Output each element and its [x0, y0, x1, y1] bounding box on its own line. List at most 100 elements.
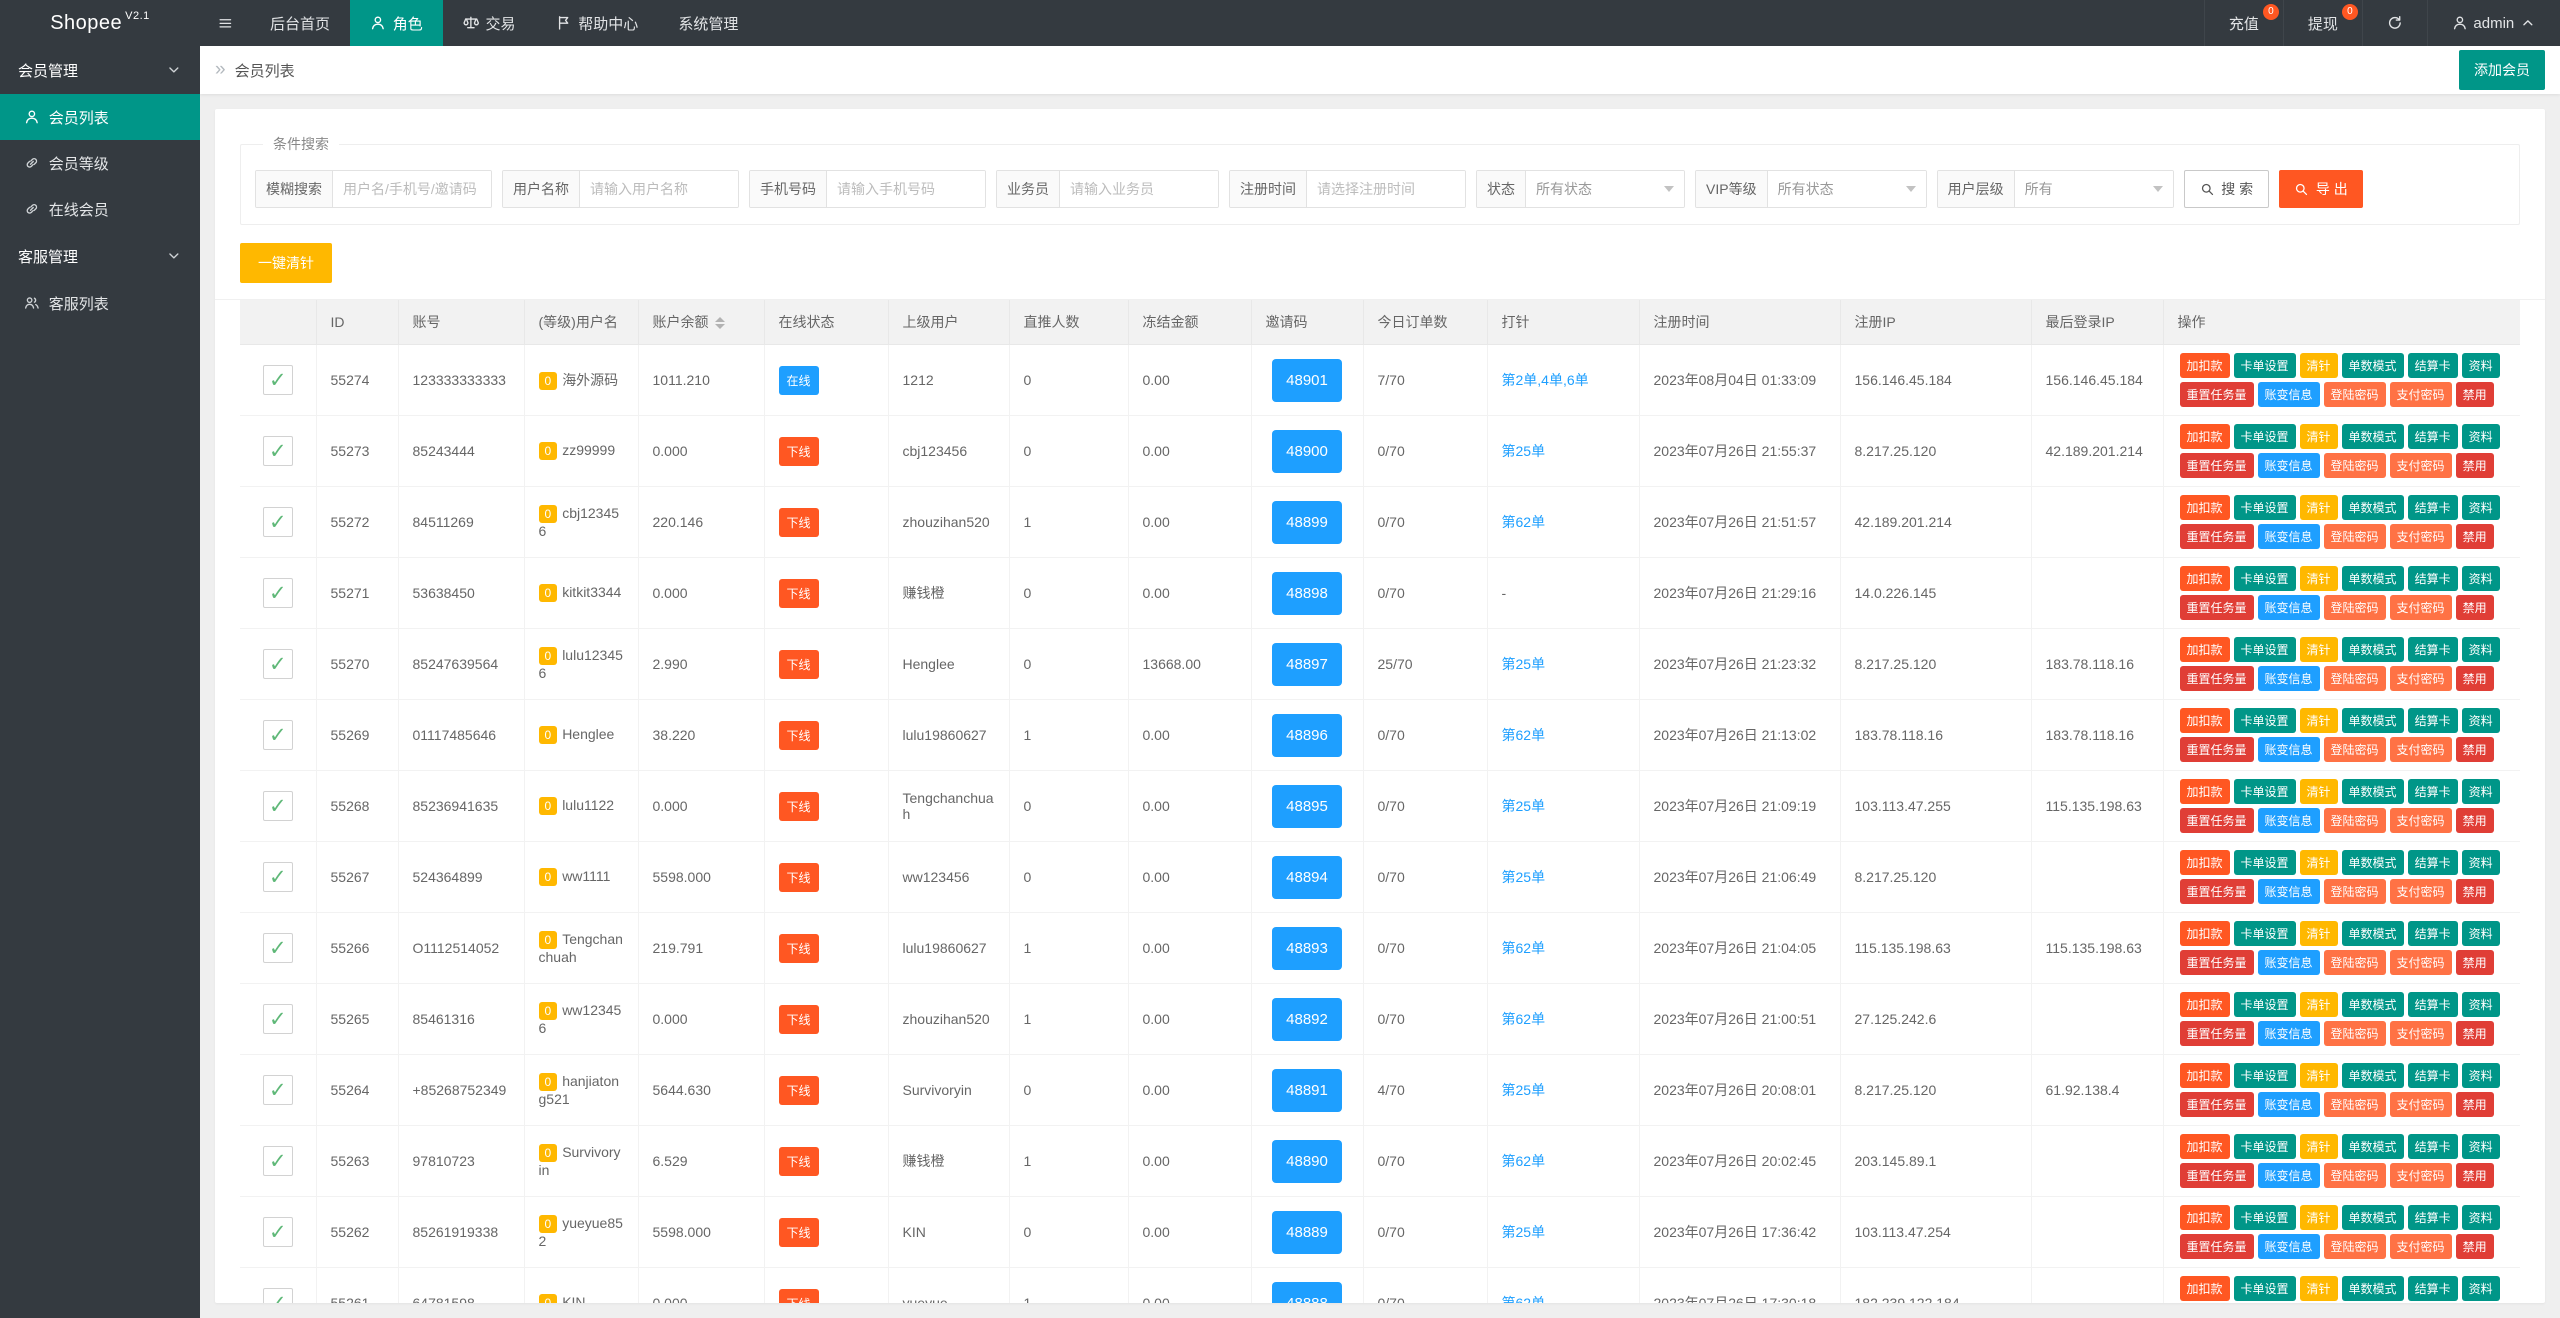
row-action-button[interactable]: 登陆密码 — [2323, 666, 2386, 691]
row-action-button[interactable]: 资料 — [2461, 1063, 2500, 1088]
row-action-button[interactable]: 支付密码 — [2389, 666, 2452, 691]
row-action-button[interactable]: 加扣款 — [2179, 637, 2230, 662]
row-action-button[interactable]: 账变信息 — [2257, 1021, 2320, 1046]
row-action-button[interactable]: 重置任务量 — [2179, 808, 2254, 833]
row-action-button[interactable]: 资料 — [2461, 850, 2500, 875]
row-action-button[interactable]: 清针 — [2299, 1134, 2338, 1159]
row-action-button[interactable]: 卡单设置 — [2233, 992, 2296, 1017]
row-action-button[interactable]: 结算卡 — [2407, 708, 2458, 733]
row-action-button[interactable]: 卡单设置 — [2233, 708, 2296, 733]
row-checkbox[interactable]: ✓ — [262, 578, 293, 608]
row-action-button[interactable]: 禁用 — [2455, 1163, 2494, 1188]
row-action-button[interactable]: 单数模式 — [2341, 779, 2404, 804]
user-menu[interactable]: admin — [2426, 0, 2560, 46]
row-action-button[interactable]: 单数模式 — [2341, 921, 2404, 946]
row-action-button[interactable]: 账变信息 — [2257, 1163, 2320, 1188]
row-action-button[interactable]: 账变信息 — [2257, 666, 2320, 691]
row-action-button[interactable]: 账变信息 — [2257, 595, 2320, 620]
row-action-button[interactable]: 清针 — [2299, 779, 2338, 804]
row-checkbox[interactable]: ✓ — [262, 862, 293, 892]
invite-code-button[interactable]: 48901 — [1272, 358, 1342, 402]
row-action-button[interactable]: 结算卡 — [2407, 1205, 2458, 1230]
filter-input[interactable] — [1060, 171, 1218, 207]
row-action-button[interactable]: 禁用 — [2455, 1021, 2494, 1046]
row-action-button[interactable]: 禁用 — [2455, 453, 2494, 478]
row-action-button[interactable]: 重置任务量 — [2179, 737, 2254, 762]
row-action-button[interactable]: 支付密码 — [2389, 453, 2452, 478]
filter-select[interactable]: 所有 — [2014, 171, 2173, 207]
row-action-button[interactable]: 重置任务量 — [2179, 382, 2254, 407]
row-action-button[interactable]: 清针 — [2299, 921, 2338, 946]
row-action-button[interactable]: 卡单设置 — [2233, 1063, 2296, 1088]
row-action-button[interactable]: 禁用 — [2455, 1234, 2494, 1259]
row-action-button[interactable]: 登陆密码 — [2323, 1163, 2386, 1188]
sidebar-item[interactable]: 会员等级 — [0, 140, 200, 186]
row-checkbox[interactable]: ✓ — [262, 933, 293, 963]
row-action-button[interactable]: 账变信息 — [2257, 453, 2320, 478]
row-action-button[interactable]: 资料 — [2461, 779, 2500, 804]
row-action-button[interactable]: 支付密码 — [2389, 1021, 2452, 1046]
row-action-button[interactable]: 单数模式 — [2341, 850, 2404, 875]
row-action-button[interactable]: 禁用 — [2455, 737, 2494, 762]
row-action-button[interactable]: 清针 — [2299, 566, 2338, 591]
row-action-button[interactable]: 清针 — [2299, 850, 2338, 875]
row-action-button[interactable]: 加扣款 — [2179, 850, 2230, 875]
row-action-button[interactable]: 支付密码 — [2389, 382, 2452, 407]
invite-code-button[interactable]: 48892 — [1272, 997, 1342, 1041]
needle-link[interactable]: 第25单 — [1502, 443, 1546, 459]
row-action-button[interactable]: 禁用 — [2455, 524, 2494, 549]
row-action-button[interactable]: 资料 — [2461, 1134, 2500, 1159]
row-action-button[interactable]: 重置任务量 — [2179, 950, 2254, 975]
row-action-button[interactable]: 加扣款 — [2179, 921, 2230, 946]
needle-link[interactable]: 第62单 — [1502, 727, 1546, 743]
refresh-button[interactable] — [2361, 0, 2427, 46]
row-action-button[interactable]: 单数模式 — [2341, 1134, 2404, 1159]
row-action-button[interactable]: 单数模式 — [2341, 353, 2404, 378]
row-action-button[interactable]: 单数模式 — [2341, 1276, 2404, 1301]
needle-link[interactable]: 第62单 — [1502, 1295, 1546, 1303]
row-action-button[interactable]: 加扣款 — [2179, 708, 2230, 733]
row-checkbox[interactable]: ✓ — [262, 720, 293, 750]
invite-code-button[interactable]: 48894 — [1272, 855, 1342, 899]
row-action-button[interactable]: 结算卡 — [2407, 637, 2458, 662]
needle-link[interactable]: 第62单 — [1502, 1011, 1546, 1027]
row-action-button[interactable]: 加扣款 — [2179, 779, 2230, 804]
row-action-button[interactable]: 单数模式 — [2341, 495, 2404, 520]
row-action-button[interactable]: 单数模式 — [2341, 424, 2404, 449]
topnav-item[interactable]: 交易 — [443, 0, 536, 46]
invite-code-button[interactable]: 48897 — [1272, 642, 1342, 686]
row-action-button[interactable]: 清针 — [2299, 708, 2338, 733]
row-action-button[interactable]: 重置任务量 — [2179, 595, 2254, 620]
row-action-button[interactable]: 结算卡 — [2407, 424, 2458, 449]
row-action-button[interactable]: 结算卡 — [2407, 495, 2458, 520]
row-action-button[interactable]: 单数模式 — [2341, 1205, 2404, 1230]
row-action-button[interactable]: 加扣款 — [2179, 1276, 2230, 1301]
row-action-button[interactable]: 禁用 — [2455, 1092, 2494, 1117]
row-action-button[interactable]: 登陆密码 — [2323, 879, 2386, 904]
row-action-button[interactable]: 加扣款 — [2179, 495, 2230, 520]
add-member-button[interactable]: 添加会员 — [2459, 50, 2545, 90]
row-action-button[interactable]: 重置任务量 — [2179, 1234, 2254, 1259]
row-action-button[interactable]: 支付密码 — [2389, 595, 2452, 620]
row-action-button[interactable]: 清针 — [2299, 1063, 2338, 1088]
row-action-button[interactable]: 加扣款 — [2179, 1205, 2230, 1230]
row-action-button[interactable]: 登陆密码 — [2323, 453, 2386, 478]
row-action-button[interactable]: 资料 — [2461, 566, 2500, 591]
row-action-button[interactable]: 支付密码 — [2389, 808, 2452, 833]
row-checkbox[interactable]: ✓ — [262, 1288, 293, 1303]
filter-input[interactable] — [827, 171, 985, 207]
row-action-button[interactable]: 资料 — [2461, 353, 2500, 378]
row-action-button[interactable]: 结算卡 — [2407, 1134, 2458, 1159]
topnav-item[interactable]: 后台首页 — [250, 0, 350, 46]
row-action-button[interactable]: 资料 — [2461, 637, 2500, 662]
topnav-item[interactable]: 帮助中心 — [536, 0, 659, 46]
row-action-button[interactable]: 禁用 — [2455, 595, 2494, 620]
row-action-button[interactable]: 登陆密码 — [2323, 1021, 2386, 1046]
recharge-button[interactable]: 充值 0 — [2203, 0, 2283, 46]
row-action-button[interactable]: 卡单设置 — [2233, 1276, 2296, 1301]
row-action-button[interactable]: 登陆密码 — [2323, 737, 2386, 762]
filter-input[interactable] — [1307, 171, 1465, 207]
invite-code-button[interactable]: 48900 — [1272, 429, 1342, 473]
row-action-button[interactable]: 加扣款 — [2179, 353, 2230, 378]
row-action-button[interactable]: 卡单设置 — [2233, 921, 2296, 946]
